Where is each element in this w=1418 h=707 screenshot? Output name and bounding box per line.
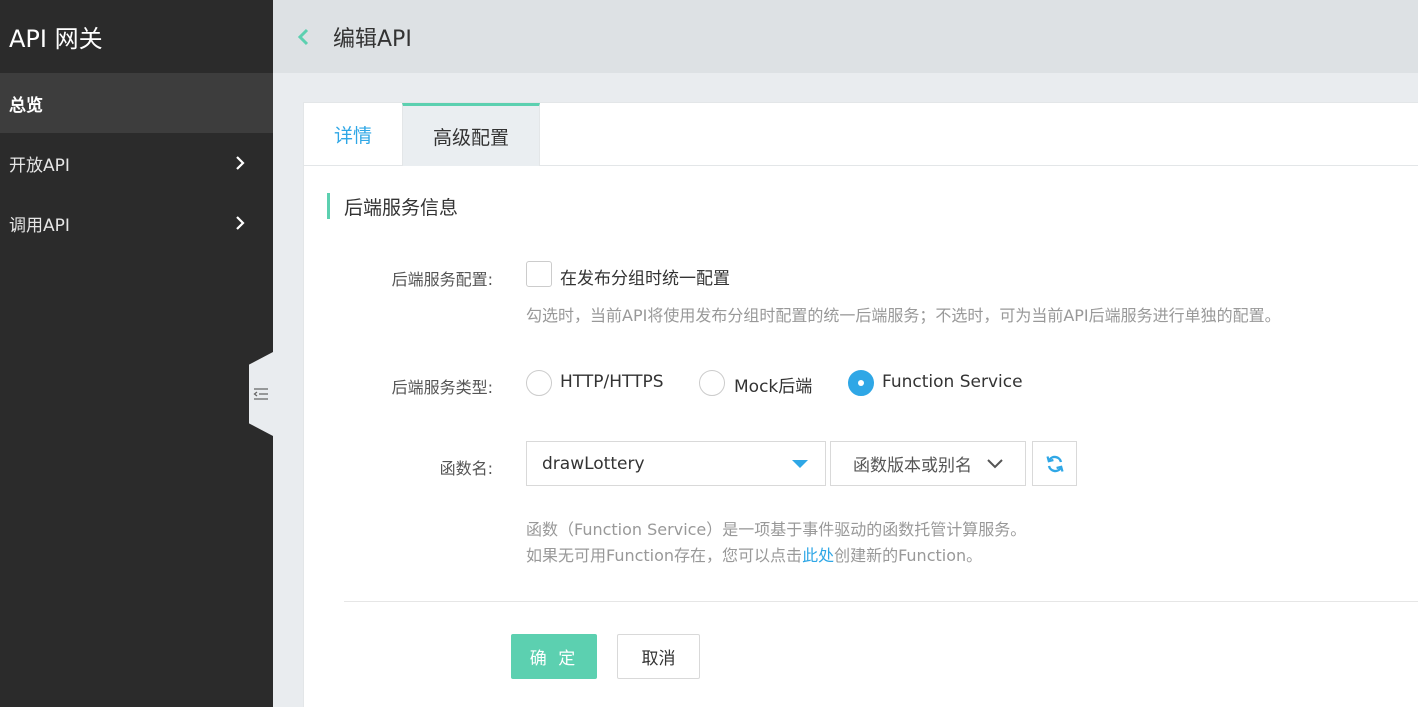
- radio-function-service[interactable]: [848, 370, 874, 396]
- chevron-left-icon: [297, 28, 309, 45]
- function-hint-text: 创建新的Function。: [834, 546, 983, 565]
- refresh-button[interactable]: [1032, 441, 1077, 486]
- radio-http-label[interactable]: HTTP/HTTPS: [560, 372, 664, 392]
- confirm-button[interactable]: 确 定: [511, 634, 597, 679]
- sidebar-item-open-api[interactable]: 开放API: [0, 133, 273, 193]
- tab-details[interactable]: 详情: [304, 103, 402, 166]
- function-hint-text: 如果无可用Function存在，您可以点击: [526, 546, 803, 565]
- radio-mock[interactable]: [699, 370, 725, 396]
- function-name-value: drawLottery: [542, 453, 645, 474]
- backend-config-hint: 勾选时，当前API将使用发布分组时配置的统一后端服务；不选时，可为当前API后端…: [526, 306, 1281, 325]
- page-header: 编辑API: [273, 0, 1418, 73]
- function-name-select[interactable]: drawLottery: [526, 441, 826, 486]
- sidebar-collapse-toggle[interactable]: [249, 352, 273, 436]
- function-version-select[interactable]: 函数版本或别名: [830, 441, 1026, 486]
- section-title: 后端服务信息: [327, 193, 458, 219]
- chevron-right-icon: [236, 156, 245, 170]
- edit-panel: 详情 高级配置 后端服务信息 后端服务配置: 在发布分组时统一配置 勾选时，当前…: [303, 102, 1418, 707]
- function-name-label: 函数名:: [439, 459, 493, 478]
- backend-type-label: 后端服务类型:: [391, 378, 493, 397]
- caret-down-icon: [792, 460, 808, 468]
- create-function-link[interactable]: 此处: [802, 546, 834, 565]
- collapse-left-icon: [253, 388, 268, 400]
- tab-bar: 详情 高级配置: [304, 103, 1418, 166]
- sidebar-item-label: 总览: [9, 95, 43, 116]
- app-title: API 网关: [0, 0, 273, 73]
- cancel-button[interactable]: 取消: [617, 634, 700, 679]
- chevron-down-icon: [987, 459, 1003, 469]
- back-button[interactable]: [273, 0, 333, 73]
- sidebar-item-label: 开放API: [9, 155, 70, 176]
- sidebar-item-overview[interactable]: 总览: [0, 73, 273, 133]
- divider: [344, 601, 1418, 602]
- sidebar-item-label: 调用API: [9, 215, 70, 236]
- tab-advanced-config[interactable]: 高级配置: [402, 103, 541, 166]
- sidebar-item-call-api[interactable]: 调用API: [0, 193, 273, 253]
- radio-mock-label[interactable]: Mock后端: [734, 372, 812, 397]
- backend-config-label: 后端服务配置:: [391, 270, 493, 289]
- sidebar: API 网关 总览 开放API 调用API: [0, 0, 273, 707]
- radio-function-service-label[interactable]: Function Service: [882, 372, 1023, 392]
- unified-config-checkbox-label[interactable]: 在发布分组时统一配置: [560, 264, 730, 289]
- chevron-right-icon: [236, 216, 245, 230]
- radio-http[interactable]: [526, 370, 552, 396]
- function-hint-line1: 函数（Function Service）是一项基于事件驱动的函数托管计算服务。: [526, 520, 1027, 539]
- refresh-icon: [1045, 455, 1064, 472]
- function-version-placeholder: 函数版本或别名: [853, 456, 972, 476]
- page-title: 编辑API: [333, 26, 412, 52]
- function-hint-line2: 如果无可用Function存在，您可以点击此处创建新的Function。: [526, 542, 982, 566]
- unified-config-checkbox[interactable]: [526, 261, 552, 287]
